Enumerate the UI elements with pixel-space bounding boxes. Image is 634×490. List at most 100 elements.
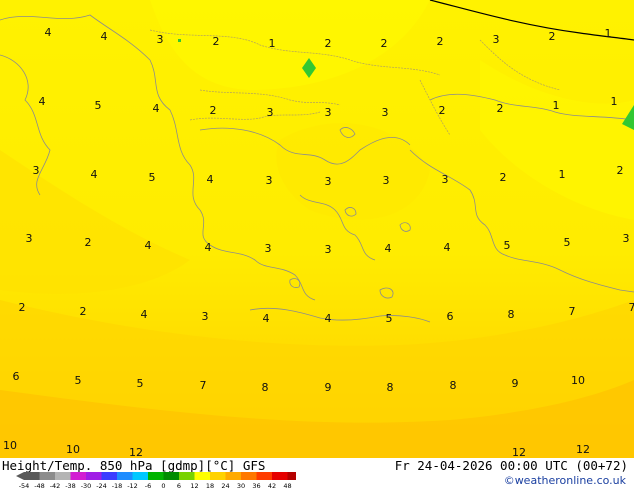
temperature-label: 2: [381, 37, 388, 50]
map-footer: Height/Temp. 850 hPa [gdmp][°C] GFS Fr 2…: [0, 458, 634, 490]
cool-patch-dot: [178, 39, 181, 42]
scale-swatch: [132, 472, 148, 480]
temperature-label: 6: [447, 310, 454, 323]
temperature-label: 3: [325, 106, 332, 119]
scale-tick-label: -38: [65, 482, 76, 490]
temperature-label: 2: [439, 104, 446, 117]
temperature-label: 3: [493, 33, 500, 46]
temperature-label: 4: [39, 95, 46, 108]
scale-tick-label: 12: [190, 482, 198, 490]
scale-swatch: [55, 472, 71, 480]
temperature-label: 4: [325, 312, 332, 325]
temperature-label: 4: [91, 168, 98, 181]
scale-swatch: [24, 472, 40, 480]
temperature-label: 8: [262, 381, 269, 394]
temperature-label: 5: [149, 171, 156, 184]
temperature-label: 12: [576, 443, 590, 456]
temperature-label: 1: [611, 95, 618, 108]
temperature-label: 3: [325, 175, 332, 188]
scale-tick-label: 6: [177, 482, 181, 490]
temperature-label: 5: [95, 99, 102, 112]
scale-tick-label: 36: [252, 482, 260, 490]
scale-swatch: [163, 472, 179, 480]
scale-tick-label: -54: [19, 482, 30, 490]
temperature-label: 5: [564, 236, 571, 249]
temperature-label: 3: [202, 310, 209, 323]
scale-swatch: [39, 472, 55, 480]
temperature-label: 4: [444, 241, 451, 254]
temperature-label: 8: [508, 308, 515, 321]
temperature-label: 4: [145, 239, 152, 252]
scale-tick-label: -30: [81, 482, 92, 490]
temperature-label: 2: [85, 236, 92, 249]
temperature-label: 2: [549, 30, 556, 43]
temperature-label: 5: [75, 374, 82, 387]
scale-tick-label: -42: [50, 482, 61, 490]
temperature-label: 6: [13, 370, 20, 383]
temperature-label: 2: [617, 164, 624, 177]
scale-tick-label: -6: [145, 482, 151, 490]
scale-tick-label: 48: [283, 482, 291, 490]
temperature-label: 8: [450, 379, 457, 392]
scale-tick-label: -12: [127, 482, 138, 490]
temperature-label: 4: [101, 30, 108, 43]
temperature-label: 7: [569, 305, 576, 318]
scale-tick-label: -24: [96, 482, 107, 490]
temperature-label: 9: [512, 377, 519, 390]
temperature-label: 3: [442, 173, 449, 186]
temperature-label: 4: [207, 173, 214, 186]
temperature-label: 3: [266, 174, 273, 187]
valid-time: Fr 24-04-2026 00:00 UTC (00+72): [394, 458, 628, 473]
temperature-label: 2: [80, 305, 87, 318]
temperature-label: 3: [623, 232, 630, 245]
scale-swatch: [272, 472, 288, 480]
scale-tick-label: -48: [34, 482, 45, 490]
temperature-label: 2: [325, 37, 332, 50]
temperature-label: 1: [559, 168, 566, 181]
scale-swatch: [287, 472, 296, 480]
temperature-label: 10: [571, 374, 585, 387]
scale-tick-label: 42: [268, 482, 276, 490]
temperature-label: 10: [3, 439, 17, 452]
temperature-label: 10: [66, 443, 80, 456]
temperature-label: 1: [269, 37, 276, 50]
scale-swatch: [179, 472, 195, 480]
temperature-label: 1: [553, 99, 560, 112]
temperature-label: 2: [210, 104, 217, 117]
temperature-label: 7: [629, 301, 634, 314]
scale-tick-label: 0: [161, 482, 165, 490]
scale-swatch: [194, 472, 210, 480]
scale-tick-label: 18: [206, 482, 214, 490]
scale-swatch: [86, 472, 102, 480]
credit-link[interactable]: ©weatheronline.co.uk: [504, 474, 626, 487]
temperature-label: 3: [26, 232, 33, 245]
temperature-label: 5: [137, 377, 144, 390]
scale-swatch: [225, 472, 241, 480]
scale-tick-label: 30: [237, 482, 245, 490]
temperature-label: 3: [157, 33, 164, 46]
scale-swatch: [70, 472, 86, 480]
temperature-label: 2: [497, 102, 504, 115]
temperature-label: 2: [437, 35, 444, 48]
scale-tick-label: -18: [112, 482, 123, 490]
temperature-label: 9: [325, 381, 332, 394]
scale-left-arrow-icon: [16, 472, 24, 480]
temperature-label: 4: [141, 308, 148, 321]
temperature-label: 7: [200, 379, 207, 392]
temperature-label: 1: [605, 27, 612, 40]
scale-tick-label: 24: [221, 482, 229, 490]
temperature-label: 3: [383, 174, 390, 187]
color-scale: -54 -48 -42 -38 -30 -24 -18 -12 -6 0 6 12 18 24 30 36 42…: [16, 472, 296, 490]
temperature-label: 12: [512, 446, 526, 458]
temperature-label: 2: [19, 301, 26, 314]
temperature-label: 3: [267, 106, 274, 119]
temperature-label: 4: [385, 242, 392, 255]
temperature-label: 2: [213, 35, 220, 48]
temperature-label: 3: [33, 164, 40, 177]
temperature-label: 8: [387, 381, 394, 394]
temperature-label: 5: [504, 239, 511, 252]
scale-swatch: [241, 472, 257, 480]
scale-swatch: [101, 472, 117, 480]
temperature-label: 2: [500, 171, 507, 184]
weather-map: 4 4 3 2 1 2 2 2 3 2 14 5 4 2 3 3 3 2 2 1 13 4 5 4 3 3 3 3 2 1 23 2 4 4 3 3 4…: [0, 0, 634, 458]
